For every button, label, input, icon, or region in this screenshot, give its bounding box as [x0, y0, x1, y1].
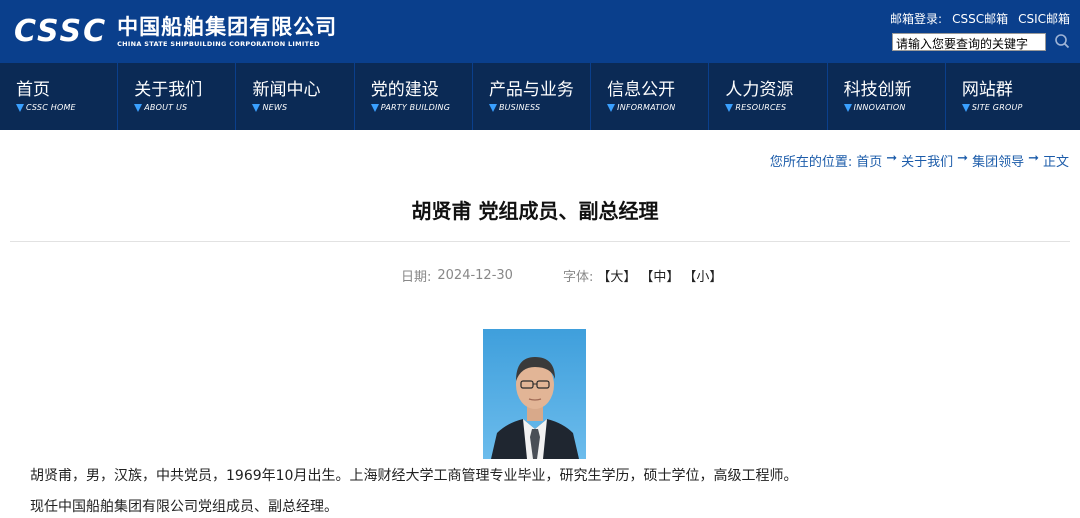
font-size-switcher: 字体: 【大】 【中】 【小】: [563, 266, 722, 285]
search-icon: [1055, 34, 1070, 49]
main-nav: 首页 CSSC HOME 关于我们 ABOUT US 新闻中心 NEWS 党的建…: [0, 63, 1080, 130]
triangle-down-icon: [370, 103, 379, 112]
portrait-photo: [483, 329, 586, 459]
nav-label: 产品与业务: [488, 80, 574, 100]
nav-label: 党的建设: [370, 80, 439, 100]
nav-sublabel: PARTY BUILDING: [380, 103, 451, 112]
nav-label: 信息公开: [607, 80, 676, 100]
nav-innovation[interactable]: 科技创新 INNOVATION: [827, 63, 945, 130]
nav-party-building[interactable]: 党的建设 PARTY BUILDING: [354, 63, 472, 130]
arrow-right-icon: ➞: [1028, 151, 1039, 166]
nav-sublabel: ABOUT US: [144, 103, 188, 112]
arrow-right-icon: ➞: [886, 151, 898, 166]
nav-sublabel: INNOVATION: [853, 103, 906, 112]
breadcrumb: 您所在的位置: 首页 ➞ 关于我们 ➞ 集团领导 ➞ 正文: [770, 151, 1069, 170]
font-medium-button[interactable]: 【中】: [640, 266, 679, 285]
font-large-button[interactable]: 【大】: [597, 266, 636, 285]
cssc-mail-link[interactable]: CSSC邮箱: [952, 10, 1008, 27]
triangle-down-icon: [252, 103, 261, 112]
logo-english-name: CHINA STATE SHIPBUILDING CORPORATION LIM…: [117, 40, 320, 48]
nav-sublabel: SITE GROUP: [971, 103, 1023, 112]
nav-label: 人力资源: [725, 80, 794, 100]
nav-about-us[interactable]: 关于我们 ABOUT US: [118, 63, 236, 130]
triangle-down-icon: [607, 103, 616, 112]
breadcrumb-about-us[interactable]: 关于我们: [901, 151, 953, 170]
font-label: 字体:: [562, 270, 594, 285]
csic-mail-link[interactable]: CSIC邮箱: [1018, 10, 1070, 27]
nav-home[interactable]: 首页 CSSC HOME: [0, 63, 118, 130]
nav-label: 科技创新: [843, 80, 912, 100]
nav-label: 新闻中心: [252, 80, 321, 100]
triangle-down-icon: [134, 103, 143, 112]
breadcrumb-home[interactable]: 首页: [856, 151, 882, 170]
breadcrumb-prefix: 您所在的位置:: [769, 155, 853, 170]
page-title: 胡贤甫 党组成员、副总经理: [411, 199, 659, 223]
nav-sublabel: BUSINESS: [498, 103, 541, 112]
nav-label: 关于我们: [134, 80, 203, 100]
date-label: 日期:: [401, 270, 432, 285]
nav-sublabel: RESOURCES: [735, 103, 787, 112]
logo-chinese-name: 中国船舶集团有限公司: [117, 15, 338, 39]
triangle-down-icon: [725, 103, 734, 112]
triangle-down-icon: [16, 103, 24, 112]
triangle-down-icon: [843, 103, 852, 112]
nav-site-group[interactable]: 网站群 SITE GROUP: [945, 63, 1080, 130]
nav-business[interactable]: 产品与业务 BUSINESS: [472, 63, 591, 130]
nav-sublabel: CSSC HOME: [26, 103, 76, 112]
search-input[interactable]: 请输入您要查询的关键字: [892, 33, 1046, 51]
logo-text: 中国船舶集团有限公司 CHINA STATE SHIPBUILDING CORP…: [117, 15, 337, 49]
mail-login-label: 邮箱登录:: [890, 12, 943, 26]
title-divider: [10, 241, 1070, 242]
site-header: CSSC 中国船舶集团有限公司 CHINA STATE SHIPBUILDING…: [0, 0, 1080, 63]
bio-paragraph: 胡贤甫，男，汉族，中共党员，1969年10月出生。上海财经大学工商管理专业毕业，…: [30, 468, 798, 484]
mail-login: 邮箱登录: CSSC邮箱 CSIC邮箱: [890, 10, 1070, 27]
arrow-right-icon: ➞: [957, 151, 969, 166]
logo-mark: CSSC: [14, 14, 108, 49]
publish-date: 2024-12-30: [437, 268, 513, 283]
nav-sublabel: NEWS: [262, 103, 288, 112]
cssc-logo[interactable]: CSSC 中国船舶集团有限公司 CHINA STATE SHIPBUILDING…: [14, 8, 337, 56]
nav-resources[interactable]: 人力资源 RESOURCES: [709, 63, 827, 130]
portrait-illustration: [483, 329, 586, 459]
triangle-down-icon: [488, 103, 497, 112]
breadcrumb-current: 正文: [1042, 155, 1069, 170]
nav-information[interactable]: 信息公开 INFORMATION: [591, 63, 709, 130]
nav-label: 首页: [16, 80, 50, 100]
article-meta: 日期: 2024-12-30 字体: 【大】 【中】 【小】: [401, 266, 722, 285]
triangle-down-icon: [961, 103, 970, 112]
search-button[interactable]: [1054, 33, 1070, 49]
nav-news[interactable]: 新闻中心 NEWS: [236, 63, 354, 130]
nav-sublabel: INFORMATION: [617, 103, 676, 112]
font-small-button[interactable]: 【小】: [683, 266, 722, 285]
nav-label: 网站群: [961, 80, 1013, 100]
breadcrumb-group-leaders[interactable]: 集团领导: [972, 151, 1024, 170]
position-paragraph: 现任中国船舶集团有限公司党组成员、副总经理。: [30, 499, 338, 515]
